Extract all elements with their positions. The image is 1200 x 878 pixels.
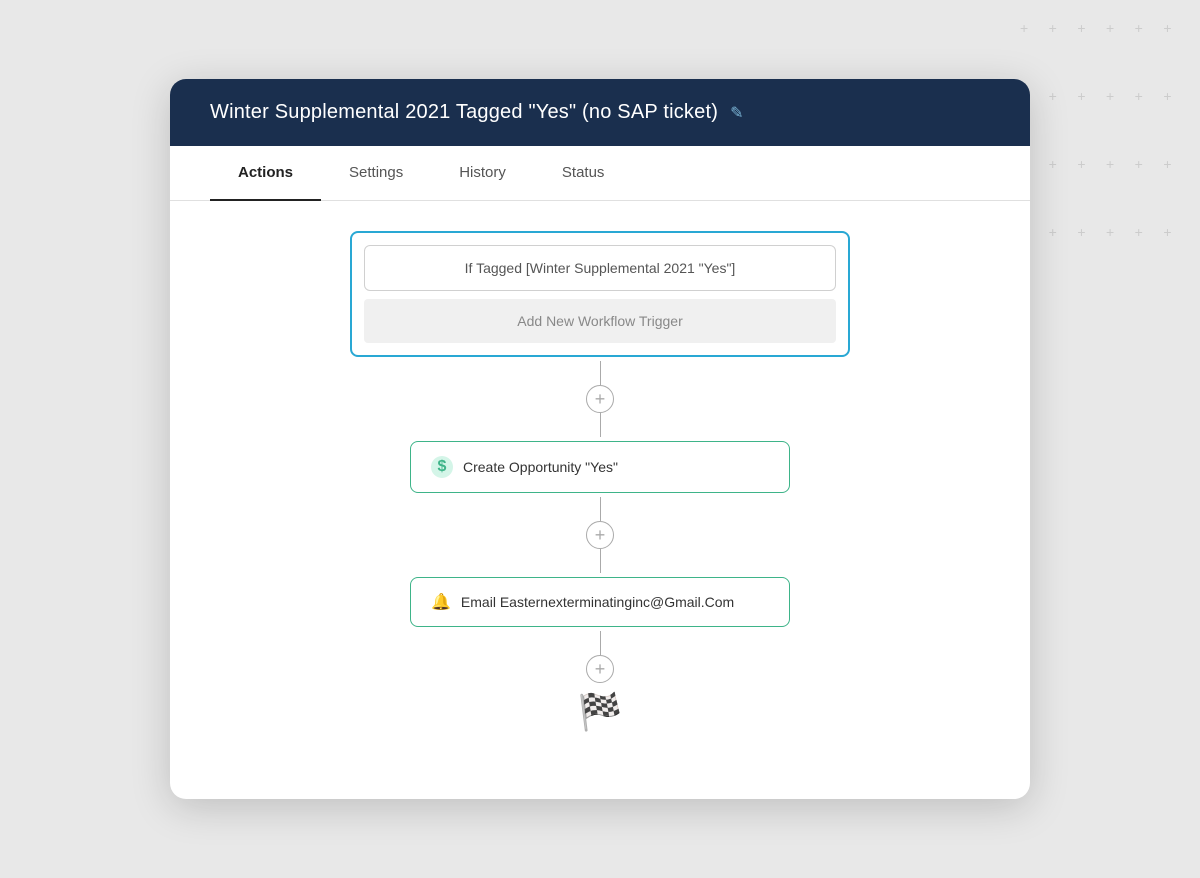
dollar-icon: $ [431,456,453,478]
modal-card: Winter Supplemental 2021 Tagged "Yes" (n… [170,79,1030,799]
connector-line-1b [600,413,601,437]
tabs-bar: Actions Settings History Status [170,146,1030,201]
create-opportunity-card[interactable]: $ Create Opportunity "Yes" [410,441,790,493]
connector-2: + [586,497,614,573]
connector-line-2 [600,497,601,521]
add-workflow-trigger-button[interactable]: Add New Workflow Trigger [364,299,836,343]
modal-title: Winter Supplemental 2021 Tagged "Yes" (n… [210,101,718,124]
email-action-card[interactable]: 🔔 Email Easternexterminatinginc@Gmail.Co… [410,577,790,627]
connector-3: + [586,631,614,683]
page-wrapper: + + + + + + + + + + + + + + + + + + + + … [0,0,1200,878]
modal-body: If Tagged [Winter Supplemental 2021 "Yes… [170,201,1030,773]
modal-header: Winter Supplemental 2021 Tagged "Yes" (n… [170,79,1030,146]
edit-title-icon[interactable]: ✎ [730,103,743,123]
finish-flag-icon: 🏁 [578,691,623,733]
create-opportunity-label: Create Opportunity "Yes" [463,459,618,475]
tab-status[interactable]: Status [534,146,633,201]
tab-settings[interactable]: Settings [321,146,431,201]
add-action-button-3[interactable]: + [586,655,614,683]
tab-history[interactable]: History [431,146,534,201]
add-action-button-2[interactable]: + [586,521,614,549]
connector-1: + [586,361,614,437]
email-action-label: Email Easternexterminatinginc@Gmail.Com [461,594,734,610]
background-decoration: + + + + + + + + + + + + + + + + + + + + … [1000,0,1200,300]
connector-line-1 [600,361,601,385]
tab-actions[interactable]: Actions [210,146,321,201]
trigger-condition[interactable]: If Tagged [Winter Supplemental 2021 "Yes… [364,245,836,291]
connector-line-3 [600,631,601,655]
trigger-box: If Tagged [Winter Supplemental 2021 "Yes… [350,231,850,357]
bell-icon: 🔔 [431,592,451,612]
connector-line-2b [600,549,601,573]
add-action-button-1[interactable]: + [586,385,614,413]
